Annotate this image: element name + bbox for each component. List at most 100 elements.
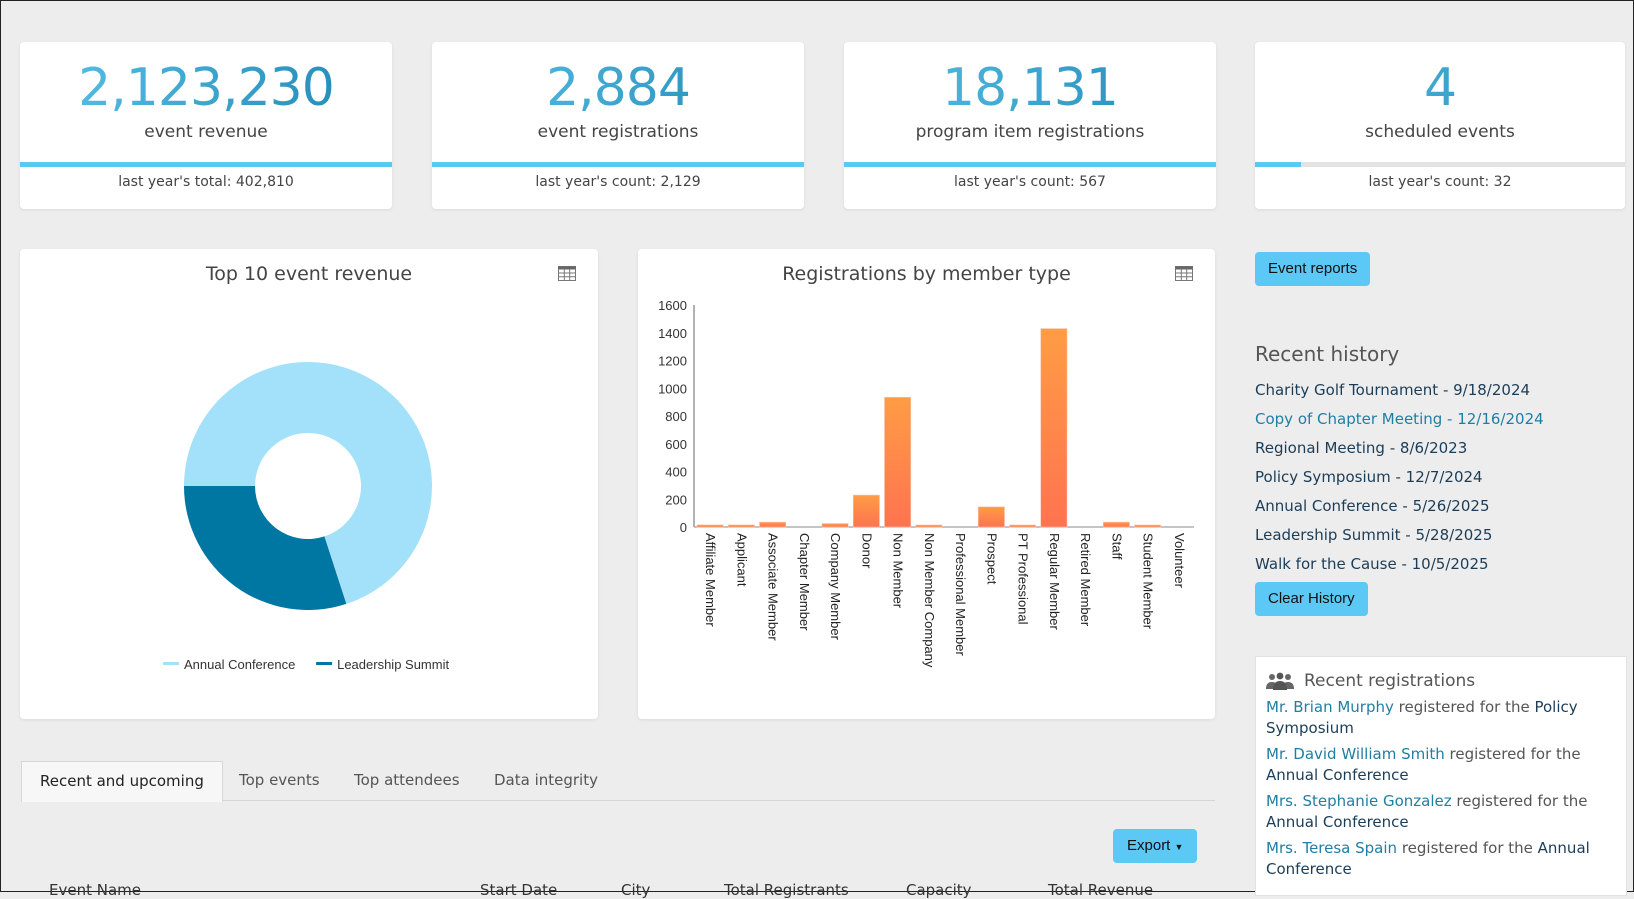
legend-label[interactable]: Annual Conference	[184, 657, 295, 672]
kpi-last-year: last year's total: 402,810	[118, 174, 294, 190]
x-tick-label: PT Professional	[1016, 533, 1031, 625]
registration-text: registered for the	[1393, 698, 1535, 716]
recent-history-list: Charity Golf Tournament - 9/18/2024 Copy…	[1255, 378, 1544, 581]
event-link[interactable]: Annual Conference	[1266, 766, 1409, 784]
y-tick-label: 200	[665, 492, 687, 507]
history-item[interactable]: Leadership Summit - 5/28/2025	[1255, 523, 1544, 552]
kpi-progress-bar	[432, 162, 804, 167]
y-tick-label: 1000	[658, 381, 687, 396]
export-button[interactable]: Export ▼	[1113, 829, 1198, 863]
legend-swatch	[316, 662, 333, 665]
history-item[interactable]: Copy of Chapter Meeting - 12/16/2024	[1255, 407, 1544, 436]
x-tick-label: Donor	[859, 533, 874, 569]
kpi-progress-bar	[844, 162, 1216, 167]
kpi-value: 2,884	[432, 60, 804, 116]
x-tick-label: Non Member	[891, 533, 906, 609]
y-tick-label: 0	[680, 520, 687, 535]
event-reports-button[interactable]: Event reports	[1255, 252, 1371, 286]
legend-label[interactable]: Leadership Summit	[337, 657, 449, 672]
kpi-progress-bar	[1255, 162, 1625, 167]
x-tick-label: Prospect	[984, 533, 999, 585]
kpi-program-item-registrations: 18,131 program item registrations last y…	[844, 42, 1216, 209]
kpi-progress-fill	[432, 162, 804, 167]
bar[interactable]	[727, 524, 755, 528]
tab-recent-and-upcoming[interactable]: Recent and upcoming	[21, 761, 223, 802]
donut-chart: Annual Conference Leadership Summit	[163, 361, 449, 672]
top-event-revenue-panel: Top 10 event revenue Annual Conference Le…	[20, 249, 598, 719]
kpi-label: program item registrations	[915, 122, 1145, 142]
kpi-value: 2,123,230	[20, 60, 392, 116]
registration-text: registered for the	[1451, 792, 1588, 810]
column-header-total-registrants[interactable]: Total Registrants	[724, 881, 849, 899]
person-link[interactable]: Mrs. Teresa Spain	[1266, 839, 1397, 857]
bar[interactable]	[1009, 524, 1037, 528]
history-item[interactable]: Annual Conference - 5/26/2025	[1255, 494, 1544, 523]
x-tick-label: Chapter Member	[797, 533, 812, 631]
bar[interactable]	[1102, 521, 1130, 528]
kpi-event-registrations: 2,884 event registrations last year's co…	[432, 42, 804, 209]
kpi-value: 18,131	[844, 60, 1216, 116]
bar[interactable]	[915, 524, 943, 528]
kpi-last-year: last year's count: 2,129	[535, 174, 701, 190]
x-tick-label: Company Member	[828, 533, 843, 641]
column-header-start-date[interactable]: Start Date	[480, 881, 557, 899]
column-header-total-revenue[interactable]: Total Revenue	[1048, 881, 1153, 899]
bar[interactable]	[759, 521, 787, 528]
bar-chart: 0 200 400 600 800 1000 1200 1400 1600 Affiliate M…	[658, 298, 1194, 668]
recent-history-title: Recent history	[1255, 342, 1400, 366]
kpi-progress-fill	[844, 162, 1216, 167]
registration-text: registered for the	[1397, 839, 1538, 857]
tab-top-events[interactable]: Top events	[221, 761, 338, 801]
bar[interactable]	[821, 523, 849, 528]
kpi-last-year: last year's count: 32	[1368, 174, 1512, 190]
recent-registrations-title: Recent registrations	[1304, 671, 1476, 691]
kpi-event-revenue: 2,123,230 event revenue last year's tota…	[20, 42, 392, 209]
kpi-last-year: last year's count: 567	[954, 174, 1106, 190]
bar[interactable]	[1040, 328, 1068, 528]
kpi-scheduled-events: 4 scheduled events last year's count: 32	[1255, 42, 1625, 209]
person-link[interactable]: Mr. Brian Murphy	[1266, 698, 1394, 716]
tab-data-integrity[interactable]: Data integrity	[476, 761, 616, 801]
x-tick-label: Student Member	[1141, 533, 1156, 630]
registration-item: Mrs. Teresa Spain registered for the Ann…	[1256, 838, 1626, 880]
bar[interactable]	[884, 396, 912, 528]
kpi-label: event registrations	[537, 122, 699, 142]
donut-slice-leadership-summit[interactable]	[184, 486, 347, 610]
history-item[interactable]: Policy Symposium - 12/7/2024	[1255, 465, 1544, 494]
history-item[interactable]: Walk for the Cause - 10/5/2025	[1255, 552, 1544, 581]
recent-registrations-card: Recent registrations Mr. Brian Murphy re…	[1255, 656, 1627, 896]
history-item[interactable]: Charity Golf Tournament - 9/18/2024	[1255, 378, 1544, 407]
x-tick-label: Retired Member	[1078, 533, 1093, 627]
registration-item: Mrs. Stephanie Gonzalez registered for t…	[1256, 791, 1626, 833]
registration-item: Mr. David William Smith registered for t…	[1256, 744, 1626, 786]
tab-bar: Recent and upcoming Top events Top atten…	[21, 761, 1215, 802]
person-link[interactable]: Mrs. Stephanie Gonzalez	[1266, 792, 1452, 810]
registration-text: registered for the	[1444, 745, 1581, 763]
kpi-label: event revenue	[144, 122, 268, 142]
kpi-progress-fill	[1255, 162, 1302, 167]
column-header-city[interactable]: City	[621, 881, 650, 899]
x-tick-label: Associate Member	[766, 533, 781, 641]
bar[interactable]	[1134, 524, 1162, 528]
column-header-capacity[interactable]: Capacity	[906, 881, 972, 899]
x-tick-label: Regular Member	[1047, 533, 1062, 630]
legend-swatch	[163, 662, 179, 665]
clear-history-button[interactable]: Clear History	[1255, 582, 1368, 616]
caret-down-icon: ▼	[1174, 842, 1184, 852]
x-tick-label: Applicant	[734, 533, 749, 587]
bar[interactable]	[977, 506, 1005, 528]
bar[interactable]	[696, 524, 724, 528]
registrations-by-member-type-panel: Registrations by member type 0 200 400 600 8…	[638, 249, 1215, 719]
y-tick-label: 1600	[658, 298, 687, 313]
tab-top-attendees[interactable]: Top attendees	[336, 761, 478, 801]
bar[interactable]	[852, 494, 880, 528]
x-tick-label: Non Member Company	[922, 533, 937, 668]
event-link[interactable]: Annual Conference	[1266, 813, 1409, 831]
column-header-event-name[interactable]: Event Name	[49, 881, 141, 899]
x-tick-label: Professional Member	[953, 533, 968, 656]
users-group-icon	[1266, 672, 1294, 690]
person-link[interactable]: Mr. David William Smith	[1266, 745, 1445, 763]
y-tick-label: 800	[665, 409, 687, 424]
export-label: Export	[1127, 837, 1171, 854]
history-item[interactable]: Regional Meeting - 8/6/2023	[1255, 436, 1544, 465]
